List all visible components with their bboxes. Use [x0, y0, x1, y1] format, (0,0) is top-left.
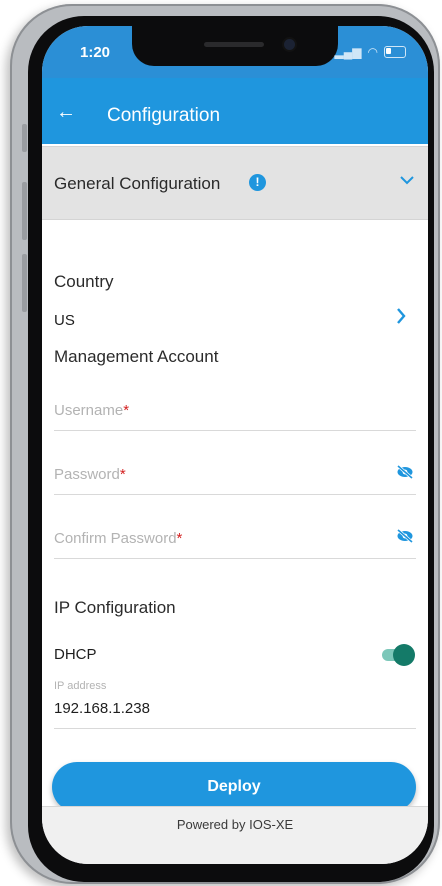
password-placeholder: Password*	[54, 466, 126, 483]
dhcp-toggle[interactable]	[382, 644, 415, 666]
signal-icon: ▂▄▆	[334, 45, 362, 59]
chevron-right-icon[interactable]	[396, 308, 406, 329]
username-placeholder: Username*	[54, 402, 130, 419]
confirm-password-placeholder: Confirm Password*	[54, 530, 183, 547]
phone-screen: 1:20 ▂▄▆ ◠ ← Configuration General Confi…	[42, 26, 428, 864]
country-label: Country	[54, 272, 114, 291]
deploy-button[interactable]: Deploy	[52, 762, 416, 812]
notch	[132, 26, 338, 66]
volume-up-button	[22, 182, 27, 240]
management-account-label: Management Account	[54, 347, 219, 366]
password-field[interactable]: Password*	[54, 454, 416, 495]
form-content: Country US Management Account Username* …	[42, 220, 428, 812]
mute-switch	[22, 124, 27, 152]
camera	[284, 39, 295, 50]
general-configuration-header[interactable]: General Configuration !	[42, 146, 428, 220]
username-field[interactable]: Username*	[54, 390, 416, 431]
status-time: 1:20	[80, 44, 111, 61]
status-bar: 1:20 ▂▄▆ ◠	[42, 26, 428, 78]
ip-address-value: 192.168.1.238	[54, 700, 150, 717]
page-title: Configuration	[107, 105, 221, 126]
toggle-knob	[393, 644, 415, 666]
confirm-password-field[interactable]: Confirm Password*	[54, 518, 416, 559]
footer: Powered by IOS-XE	[42, 806, 428, 864]
volume-down-button	[22, 254, 27, 312]
country-value[interactable]: US	[54, 312, 75, 329]
ip-configuration-label: IP Configuration	[54, 598, 176, 617]
app-bar: ← Configuration	[42, 78, 428, 144]
section-title: General Configuration	[54, 174, 221, 193]
eye-off-icon[interactable]	[396, 529, 414, 543]
info-icon[interactable]: !	[249, 174, 266, 191]
ip-address-label: IP address	[54, 680, 107, 692]
dhcp-label: DHCP	[54, 646, 97, 663]
eye-off-icon[interactable]	[396, 465, 414, 479]
status-icons: ▂▄▆ ◠	[335, 45, 406, 59]
chevron-down-icon[interactable]	[400, 169, 414, 190]
wifi-icon: ◠	[367, 45, 378, 59]
battery-icon	[384, 46, 406, 58]
arrow-left-icon[interactable]: ←	[56, 102, 76, 122]
footer-text: Powered by IOS-XE	[176, 817, 294, 832]
speaker	[204, 42, 264, 47]
ip-address-field[interactable]: IP address 192.168.1.238	[54, 680, 416, 729]
